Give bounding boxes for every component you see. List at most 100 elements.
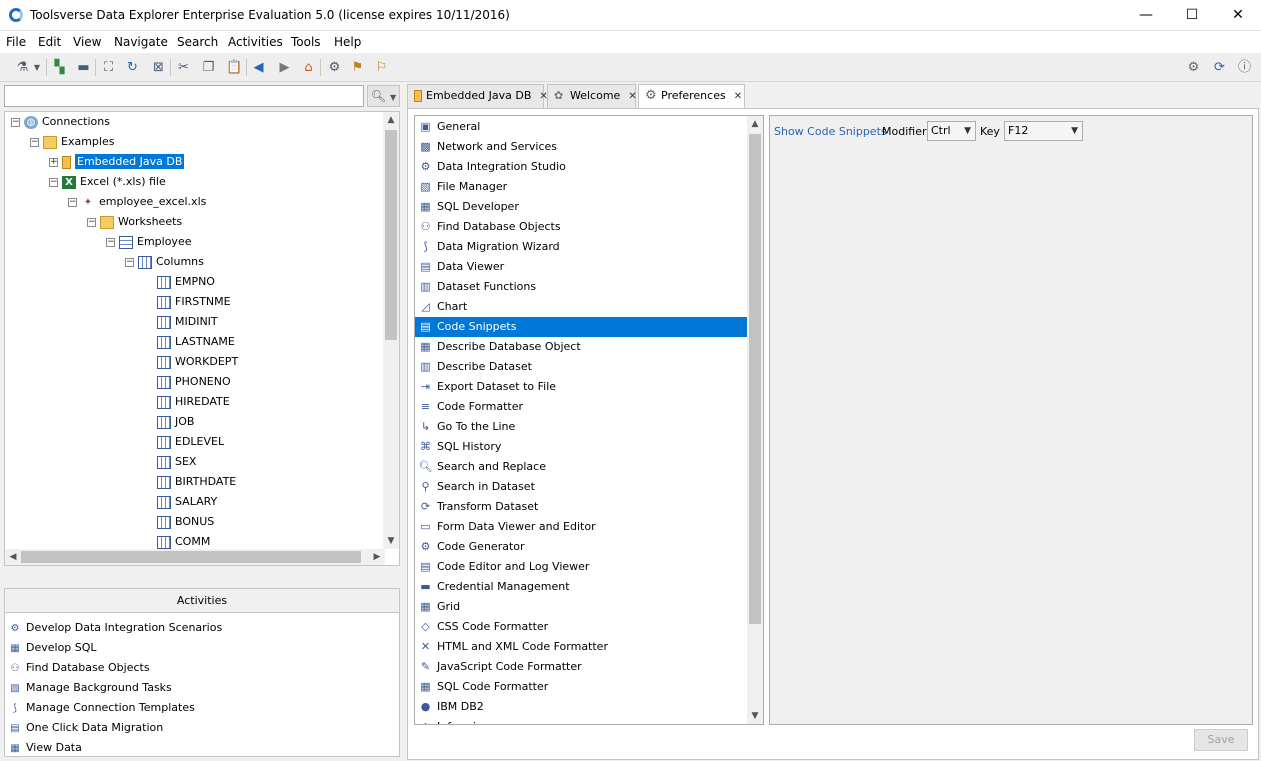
refresh-icon[interactable]: ↻: [124, 59, 141, 76]
tree-node[interactable]: − Employee: [106, 233, 191, 251]
menu-navigate[interactable]: Navigate: [114, 35, 168, 49]
preference-item[interactable]: ▣ General: [415, 117, 747, 137]
preference-item[interactable]: ◇ CSS Code Formatter: [415, 617, 747, 637]
preference-item[interactable]: ▤ Code Snippets: [415, 317, 747, 337]
preference-item[interactable]: ▧ File Manager: [415, 177, 747, 197]
preference-item[interactable]: ▥ Dataset Functions: [415, 277, 747, 297]
scroll-right-icon[interactable]: ▶: [369, 549, 385, 565]
menu-edit[interactable]: Edit: [38, 35, 61, 49]
tree-node[interactable]: − X Excel (*.xls) file: [49, 173, 166, 191]
activity-item[interactable]: ▦ Develop SQL: [8, 638, 96, 658]
tree-node[interactable]: BONUS: [144, 513, 214, 531]
info-icon[interactable]: ⓘ: [1236, 59, 1253, 76]
cut-icon[interactable]: ✂: [175, 59, 192, 76]
activity-item[interactable]: ⟆ Manage Connection Templates: [8, 698, 195, 718]
settings-icon[interactable]: ⚙: [1185, 59, 1202, 76]
connect-icon[interactable]: ⚙: [326, 59, 343, 76]
close-icon[interactable]: ✕: [628, 91, 636, 102]
preference-item[interactable]: ◿ Chart: [415, 297, 747, 317]
sync-icon[interactable]: ⟳: [1211, 59, 1228, 76]
preference-item[interactable]: ⚙ Data Integration Studio: [415, 157, 747, 177]
add-icon[interactable]: ▚: [51, 59, 68, 76]
preference-item[interactable]: ▤ Code Editor and Log Viewer: [415, 557, 747, 577]
tree-hscroll-thumb[interactable]: [21, 551, 361, 563]
save-button[interactable]: Save: [1194, 729, 1248, 751]
tree-node[interactable]: − Examples: [30, 133, 114, 151]
tree-node[interactable]: JOB: [144, 413, 194, 431]
preference-item[interactable]: ● IBM DB2: [415, 697, 747, 717]
tree-horizontal-scrollbar[interactable]: ◀ ▶: [5, 549, 385, 565]
preference-item[interactable]: ⚇ Find Database Objects: [415, 217, 747, 237]
menu-tools[interactable]: Tools: [291, 35, 321, 49]
paste-icon[interactable]: 📋: [226, 59, 243, 76]
show-code-snippets-link[interactable]: Show Code Snippets: [774, 125, 887, 138]
close-button[interactable]: ✕: [1215, 0, 1261, 31]
preference-item[interactable]: ⟳ Transform Dataset: [415, 497, 747, 517]
preference-item[interactable]: ⚙ Code Generator: [415, 537, 747, 557]
preference-item[interactable]: ⌘ SQL History: [415, 437, 747, 457]
tab-preferences[interactable]: ⚙ Preferences ✕: [638, 84, 745, 109]
preference-item[interactable]: ▤ Data Viewer: [415, 257, 747, 277]
preference-item[interactable]: ▭ Form Data Viewer and Editor: [415, 517, 747, 537]
preference-item[interactable]: ▦ Grid: [415, 597, 747, 617]
tree-node[interactable]: LASTNAME: [144, 333, 235, 351]
expand-icon[interactable]: +: [49, 157, 58, 167]
preference-item[interactable]: ✎ JavaScript Code Formatter: [415, 657, 747, 677]
preference-item[interactable]: ▦ SQL Code Formatter: [415, 677, 747, 697]
tree-node[interactable]: − Worksheets: [87, 213, 182, 231]
preference-item[interactable]: ⟆ Data Migration Wizard: [415, 237, 747, 257]
tree-node[interactable]: − ◍ Connections: [11, 113, 110, 131]
tree-vertical-scrollbar[interactable]: ▲ ▼: [383, 112, 399, 549]
tree-node[interactable]: SEX: [144, 453, 196, 471]
copy-icon[interactable]: ❐: [200, 59, 217, 76]
collapse-icon[interactable]: −: [49, 177, 58, 187]
preferences-list-scrollbar[interactable]: ▲ ▼: [747, 116, 763, 724]
preference-item[interactable]: ◆ Informix: [415, 717, 747, 724]
preference-item[interactable]: 🔍︎ Search and Replace: [415, 457, 747, 477]
filter-icon[interactable]: ⚑: [349, 59, 366, 76]
preference-item[interactable]: ▬ Credential Management: [415, 577, 747, 597]
preferences-scroll-thumb[interactable]: [749, 134, 761, 624]
activity-item[interactable]: ⚇ Find Database Objects: [8, 658, 150, 678]
scroll-left-icon[interactable]: ◀: [5, 549, 21, 565]
forward-icon[interactable]: ▶: [276, 59, 293, 76]
maximize-button[interactable]: ☐: [1169, 0, 1215, 31]
back-icon[interactable]: ◀: [250, 59, 267, 76]
activity-item[interactable]: ▧ Manage Background Tasks: [8, 678, 172, 698]
collapse-icon[interactable]: −: [125, 257, 134, 267]
activity-item[interactable]: ⚙ Develop Data Integration Scenarios: [8, 618, 223, 638]
menu-help[interactable]: Help: [334, 35, 361, 49]
preference-item[interactable]: ▩ Network and Services: [415, 137, 747, 157]
preference-item[interactable]: ▥ Describe Dataset: [415, 357, 747, 377]
preference-item[interactable]: ▦ SQL Developer: [415, 197, 747, 217]
tree-node[interactable]: + Embedded Java DB: [49, 153, 185, 171]
tree-vscroll-thumb[interactable]: [385, 130, 397, 340]
tree-node[interactable]: WORKDEPT: [144, 353, 238, 371]
menu-search[interactable]: Search: [177, 35, 218, 49]
tree-node[interactable]: MIDINIT: [144, 313, 218, 331]
collapse-icon[interactable]: −: [68, 197, 77, 207]
collapse-icon[interactable]: −: [106, 237, 115, 247]
tree-node[interactable]: EDLEVEL: [144, 433, 224, 451]
tree-node[interactable]: BIRTHDATE: [144, 473, 236, 491]
activity-item[interactable]: ▦ View Data: [8, 738, 82, 758]
pin-icon[interactable]: ⚐: [373, 59, 390, 76]
stop-icon[interactable]: ⊠: [150, 59, 167, 76]
preference-item[interactable]: ≡ Code Formatter: [415, 397, 747, 417]
preference-item[interactable]: ⚲ Search in Dataset: [415, 477, 747, 497]
tree-node[interactable]: EMPNO: [144, 273, 215, 291]
key-select[interactable]: F12 ▼: [1004, 121, 1083, 141]
run-icon[interactable]: ⚗: [14, 59, 31, 76]
activity-item[interactable]: ▤ One Click Data Migration: [8, 718, 163, 738]
menu-view[interactable]: View: [73, 35, 101, 49]
scroll-up-icon[interactable]: ▲: [383, 112, 399, 128]
tree-node[interactable]: FIRSTNME: [144, 293, 231, 311]
preference-item[interactable]: ✕ HTML and XML Code Formatter: [415, 637, 747, 657]
menu-activities[interactable]: Activities: [228, 35, 283, 49]
scroll-down-icon[interactable]: ▼: [383, 533, 399, 549]
dropdown-icon[interactable]: ▼: [32, 59, 42, 76]
search-button[interactable]: 🔍︎ ▼: [367, 85, 400, 107]
menu-file[interactable]: File: [6, 35, 26, 49]
search-input[interactable]: [4, 85, 364, 107]
preference-item[interactable]: ↳ Go To the Line: [415, 417, 747, 437]
